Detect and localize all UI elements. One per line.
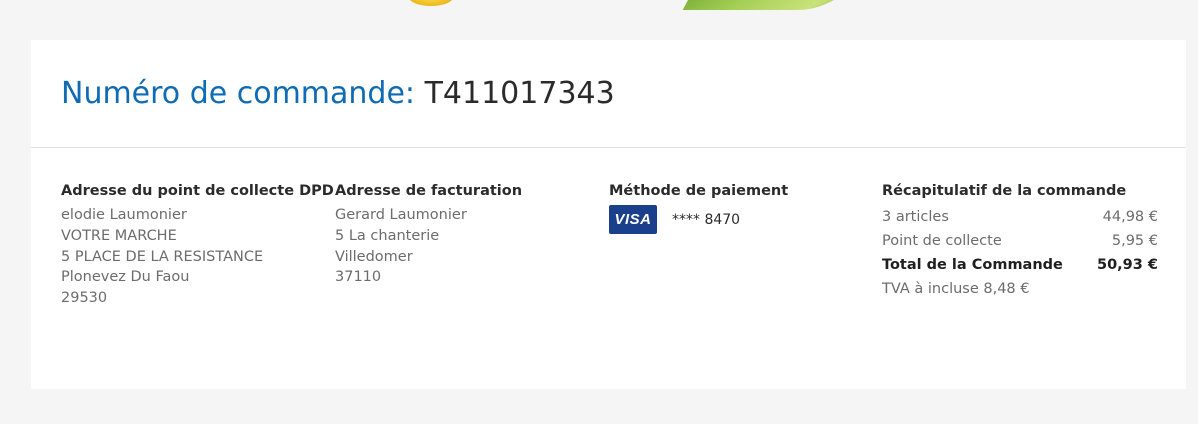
hero-decoration-yellow bbox=[408, 0, 454, 6]
summary-total-label: Total de la Commande bbox=[882, 257, 1063, 273]
billing-address-section: Adresse de facturation Gerard Laumonier … bbox=[335, 182, 600, 288]
summary-row-value: 44,98 € bbox=[1102, 209, 1158, 225]
payment-card-row: VISA **** 8470 bbox=[609, 205, 874, 234]
pickup-address-line: elodie Laumonier bbox=[61, 207, 187, 223]
order-header: Numéro de commande: T411017343 bbox=[31, 40, 1186, 148]
pickup-address-line: Plonevez Du Faou bbox=[61, 269, 190, 286]
summary-row-value: 5,95 € bbox=[1111, 233, 1158, 249]
pickup-address-line: VOTRE MARCHE bbox=[61, 227, 177, 244]
hero-decoration-green bbox=[682, 0, 876, 10]
summary-row-pickup-fee: Point de collecte 5,95 € bbox=[882, 229, 1158, 253]
order-number-value: T411017343 bbox=[424, 76, 615, 111]
billing-address-line: 37110 bbox=[335, 269, 382, 286]
order-number-label: Numéro de commande: bbox=[61, 76, 416, 111]
billing-address-title: Adresse de facturation bbox=[335, 183, 523, 199]
summary-row-label: Point de collecte bbox=[882, 233, 1002, 249]
pickup-address-section: Adresse du point de collecte DPD elodie … bbox=[61, 182, 334, 309]
summary-total-value: 50,93 € bbox=[1096, 257, 1158, 273]
pickup-address-line: 5 PLACE DE LA RESISTANCE bbox=[61, 248, 264, 265]
summary-tva: TVA à incluse 8,48 € bbox=[882, 281, 1030, 297]
order-summary-title: Récapitulatif de la commande bbox=[882, 183, 1127, 199]
payment-method-title: Méthode de paiement bbox=[609, 183, 789, 199]
billing-address-line: Villedomer bbox=[335, 248, 413, 265]
pickup-address-title: Adresse du point de collecte DPD bbox=[61, 183, 334, 199]
payment-method-section: Méthode de paiement VISA **** 8470 bbox=[609, 182, 874, 234]
hero-banner-strip bbox=[0, 0, 1198, 40]
card-last-digits: **** 8470 bbox=[672, 211, 741, 228]
billing-address-line: Gerard Laumonier bbox=[335, 207, 467, 223]
billing-address-line: 5 La chanterie bbox=[335, 227, 440, 244]
order-summary-section: Récapitulatif de la commande 3 articles … bbox=[882, 182, 1158, 301]
summary-row-label: 3 articles bbox=[882, 209, 949, 225]
summary-row-articles: 3 articles 44,98 € bbox=[882, 205, 1158, 229]
visa-card-icon: VISA bbox=[609, 205, 657, 234]
order-confirmation-card: Numéro de commande: T411017343 Adresse d… bbox=[31, 40, 1186, 389]
summary-row-total: Total de la Commande 50,93 € bbox=[882, 253, 1158, 277]
order-details: Adresse du point de collecte DPD elodie … bbox=[31, 148, 1186, 388]
pickup-address-line: 29530 bbox=[61, 290, 108, 307]
